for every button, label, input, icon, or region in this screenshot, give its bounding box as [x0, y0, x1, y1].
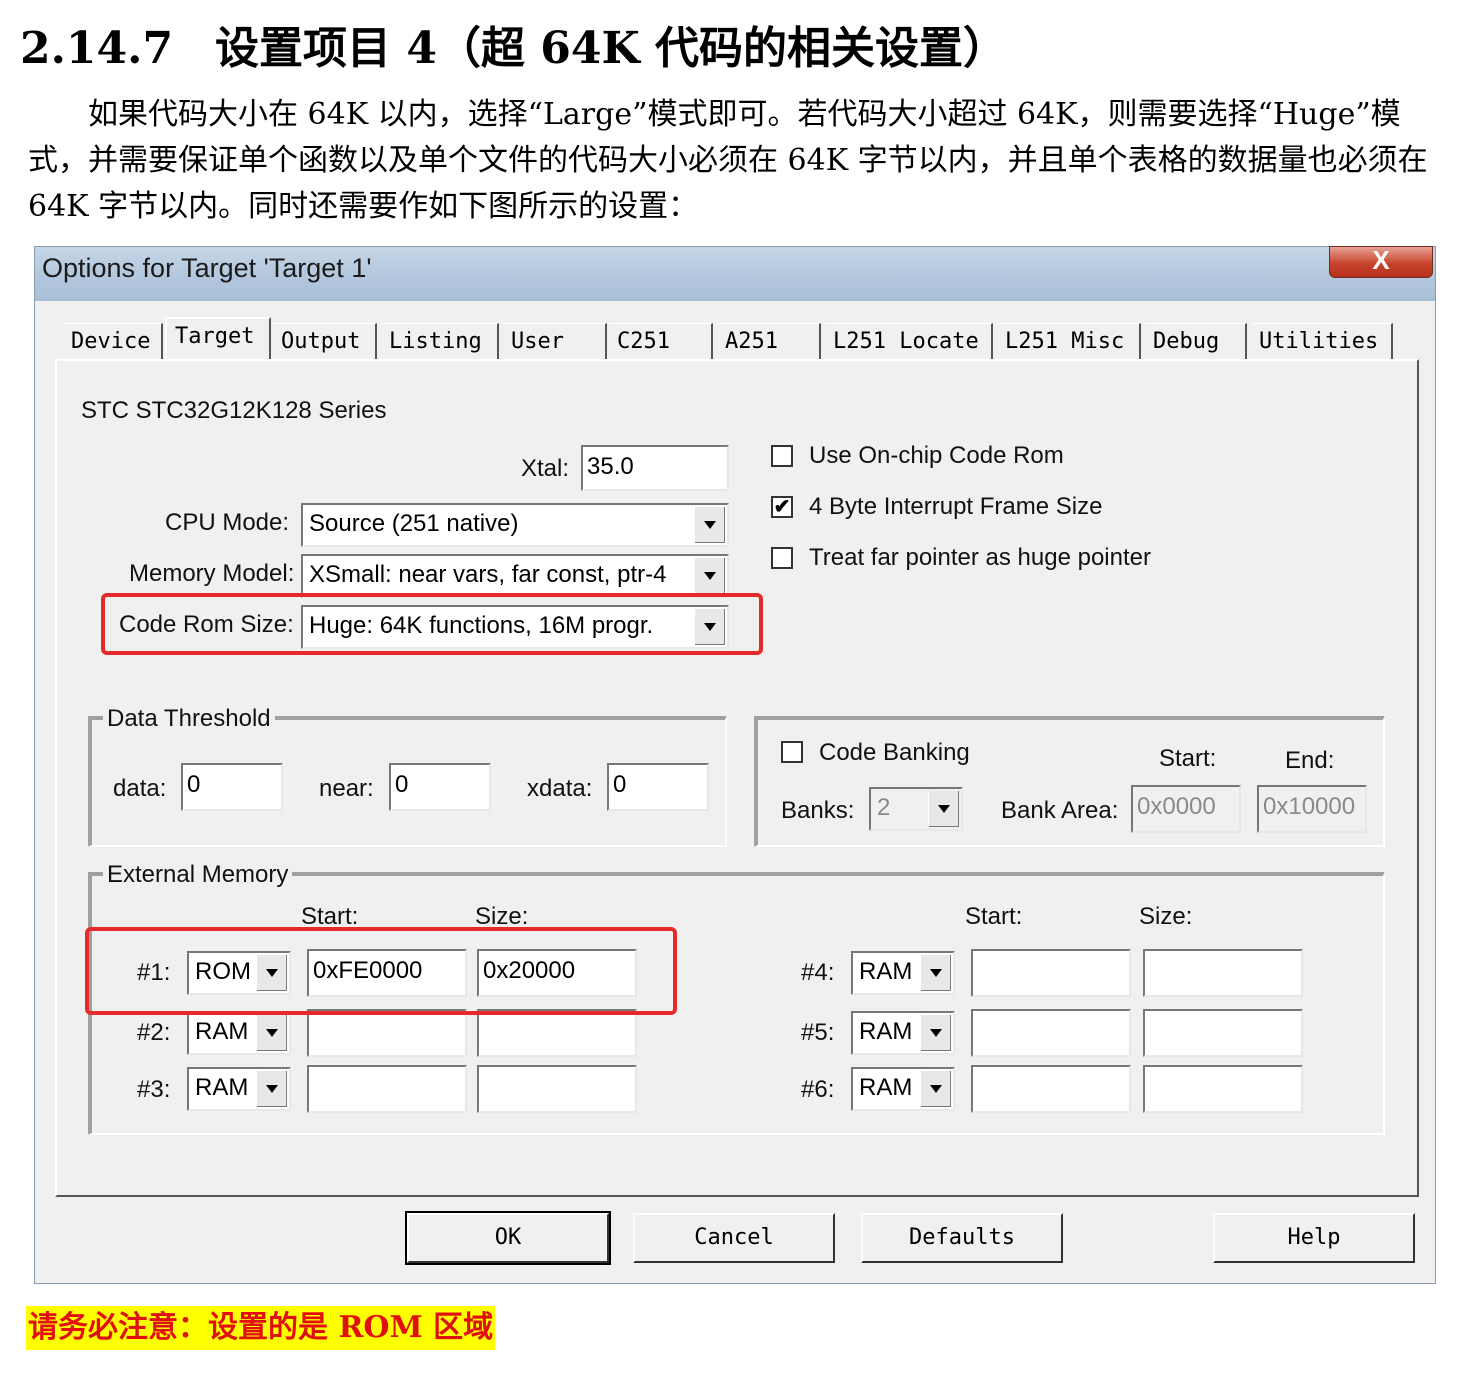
device-name: STC STC32G12K128 Series — [81, 397, 387, 424]
external-memory-legend: External Memory — [103, 861, 293, 889]
ext-type-value: RAM — [859, 1074, 913, 1101]
ext-type-select[interactable]: RAM — [851, 1067, 955, 1111]
ext-size-header-right: Size: — [1139, 903, 1193, 930]
highlight-rom-row — [85, 927, 677, 1015]
chevron-down-icon[interactable] — [256, 1071, 287, 1107]
ext-start-input[interactable] — [307, 1065, 467, 1113]
ext-type-select[interactable]: RAM — [851, 1011, 955, 1055]
ext-row-label: #6: — [801, 1076, 835, 1103]
close-button[interactable]: X — [1329, 246, 1433, 278]
ext-start-header-right: Start: — [965, 903, 1023, 930]
ext-size-input[interactable] — [1143, 949, 1303, 997]
near-input[interactable]: 0 — [389, 763, 491, 811]
ext-type-value: RAM — [195, 1018, 249, 1045]
ext-start-input[interactable] — [307, 1009, 467, 1057]
checkbox-4byte-frame[interactable]: ✔ — [771, 496, 793, 518]
cpu-mode-select[interactable]: Source (251 native) — [301, 503, 729, 547]
bank-area-label: Bank Area: — [1001, 797, 1119, 824]
body-paragraph: 如果代码大小在 64K 以内，选择“Large”模式即可。若代码大小超过 64K… — [28, 92, 1448, 230]
tab-utilities[interactable]: Utilities — [1251, 323, 1393, 359]
cpu-mode-label: CPU Mode: — [165, 509, 290, 536]
ok-button[interactable]: OK — [405, 1211, 611, 1265]
chevron-down-icon[interactable] — [694, 507, 725, 543]
chevron-down-icon — [928, 791, 959, 827]
checkbox-label-onchip: Use On-chip Code Rom — [809, 442, 1064, 469]
ext-row-label: #2: — [137, 1019, 171, 1046]
ext-type-select[interactable]: RAM — [187, 1011, 291, 1055]
bank-end-input: 0x10000 — [1257, 785, 1367, 833]
cpu-mode-value: Source (251 native) — [309, 510, 519, 537]
tab-c251[interactable]: C251 — [609, 323, 713, 359]
xtal-label: Xtal: — [521, 455, 570, 482]
checkbox-label-far-huge: Treat far pointer as huge pointer — [809, 544, 1151, 571]
dialog-titlebar: Options for Target 'Target 1' X — [35, 246, 1435, 301]
ext-type-value: RAM — [859, 1018, 913, 1045]
warning-note: 请务必注意：设置的是 ROM 区域 — [26, 1306, 496, 1350]
code-banking-label: Code Banking — [819, 739, 970, 766]
xtal-input[interactable]: 35.0 — [581, 445, 729, 491]
bank-start-label: Start: — [1159, 745, 1217, 772]
tab-l251-misc[interactable]: L251 Misc — [997, 323, 1141, 359]
memory-model-value: XSmall: near vars, far const, ptr-4 — [309, 561, 667, 588]
checkbox-far-as-huge[interactable] — [771, 547, 793, 569]
ext-row-label: #4: — [801, 959, 835, 986]
tab-debug[interactable]: Debug — [1145, 323, 1247, 359]
checkbox-code-banking[interactable] — [781, 741, 803, 763]
banks-select: 2 — [869, 787, 963, 831]
ext-size-input[interactable] — [1143, 1065, 1303, 1113]
bank-end-label: End: — [1285, 747, 1335, 774]
options-dialog: Options for Target 'Target 1' X Device T… — [34, 246, 1436, 1284]
tab-user[interactable]: User — [503, 323, 607, 359]
ext-type-value: RAM — [195, 1074, 249, 1101]
section-title: 设置项目 4（超 64K 代码的相关设置） — [215, 23, 1008, 74]
tab-listing[interactable]: Listing — [381, 323, 499, 359]
highlight-code-rom-size — [101, 593, 763, 655]
chevron-down-icon[interactable] — [920, 1015, 951, 1051]
tab-output[interactable]: Output — [273, 323, 377, 359]
ext-size-input[interactable] — [477, 1009, 637, 1057]
dialog-title: Options for Target 'Target 1' — [42, 253, 372, 283]
chevron-down-icon[interactable] — [920, 955, 951, 991]
section-heading: 2.14.7 设置项目 4（超 64K 代码的相关设置） — [20, 12, 1007, 76]
ext-type-select[interactable]: RAM — [851, 951, 955, 995]
ext-start-input[interactable] — [971, 949, 1131, 997]
ext-size-input[interactable] — [1143, 1009, 1303, 1057]
help-button[interactable]: Help — [1213, 1213, 1415, 1263]
paragraph-text: 如果代码大小在 64K 以内，选择“Large”模式即可。若代码大小超过 64K… — [28, 97, 1428, 224]
memory-model-label: Memory Model: — [129, 560, 295, 587]
ext-start-input[interactable] — [971, 1065, 1131, 1113]
cancel-button[interactable]: Cancel — [633, 1213, 835, 1263]
chevron-down-icon[interactable] — [694, 558, 725, 594]
ext-size-input[interactable] — [477, 1065, 637, 1113]
checkbox-onchip-code-rom[interactable] — [771, 445, 793, 467]
tab-a251[interactable]: A251 — [717, 323, 821, 359]
chevron-down-icon[interactable] — [256, 1015, 287, 1051]
bank-start-input: 0x0000 — [1131, 785, 1241, 833]
data-input[interactable]: 0 — [181, 763, 283, 811]
checkbox-label-4byte: 4 Byte Interrupt Frame Size — [809, 493, 1103, 520]
data-threshold-legend: Data Threshold — [103, 705, 275, 733]
defaults-button[interactable]: Defaults — [861, 1213, 1063, 1263]
banks-label: Banks: — [781, 797, 855, 824]
tab-l251-locate[interactable]: L251 Locate — [825, 323, 993, 359]
ext-type-value: RAM — [859, 958, 913, 985]
near-label: near: — [319, 775, 374, 802]
xdata-label: xdata: — [527, 775, 593, 802]
ext-type-select[interactable]: RAM — [187, 1067, 291, 1111]
tab-device[interactable]: Device — [63, 323, 163, 359]
ext-row-label: #5: — [801, 1019, 835, 1046]
data-label: data: — [113, 775, 167, 802]
memory-model-select[interactable]: XSmall: near vars, far const, ptr-4 — [301, 554, 729, 598]
section-number: 2.14.7 — [20, 23, 174, 74]
ext-start-input[interactable] — [971, 1009, 1131, 1057]
banks-value: 2 — [877, 794, 891, 821]
tab-target[interactable]: Target — [165, 317, 271, 361]
chevron-down-icon[interactable] — [920, 1071, 951, 1107]
xdata-input[interactable]: 0 — [607, 763, 709, 811]
ext-row-label: #3: — [137, 1076, 171, 1103]
